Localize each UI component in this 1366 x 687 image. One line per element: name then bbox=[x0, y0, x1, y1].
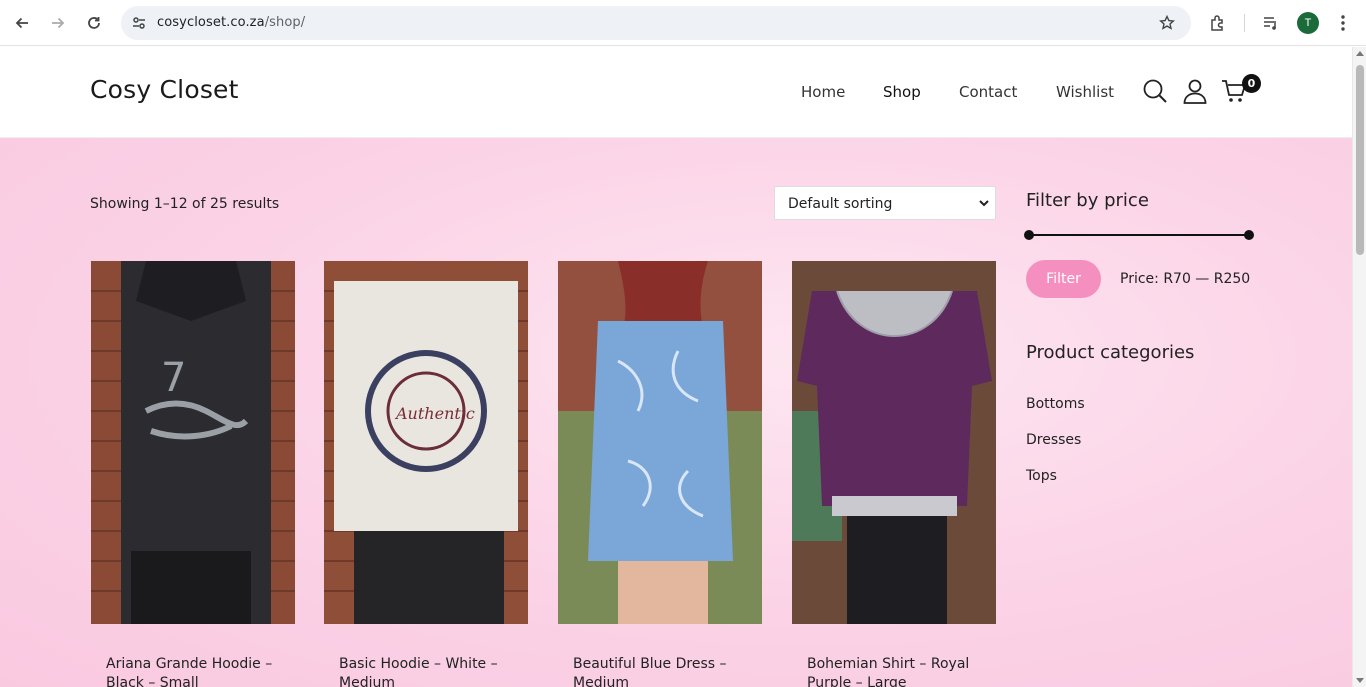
product-title[interactable]: Basic Hoodie – White – Medium bbox=[339, 655, 519, 687]
search-icon[interactable] bbox=[1141, 77, 1169, 105]
price-range-label: Price: R70 — R250 bbox=[1120, 271, 1251, 287]
svg-text:7: 7 bbox=[161, 355, 186, 401]
category-dresses[interactable]: Dresses bbox=[1026, 432, 1081, 448]
menu-item-wishlist[interactable]: Wishlist bbox=[1056, 83, 1114, 101]
product-title[interactable]: Ariana Grande Hoodie – Black – Small bbox=[106, 655, 286, 687]
sorting-select[interactable]: Default sorting bbox=[774, 186, 996, 220]
site-settings-icon[interactable] bbox=[129, 13, 149, 33]
price-slider-track[interactable] bbox=[1029, 234, 1249, 236]
results-count: Showing 1–12 of 25 results bbox=[90, 196, 280, 212]
product-categories-title: Product categories bbox=[1026, 342, 1195, 363]
site-logo[interactable]: Cosy Closet bbox=[90, 75, 239, 104]
product-title[interactable]: Beautiful Blue Dress – Medium bbox=[573, 655, 753, 687]
menu-item-contact[interactable]: Contact bbox=[959, 83, 1017, 101]
cart-count-badge: 0 bbox=[1242, 74, 1261, 93]
url-text[interactable]: cosycloset.co.za/shop/ bbox=[157, 15, 305, 30]
reload-icon[interactable] bbox=[80, 9, 108, 37]
bookmark-star-icon[interactable] bbox=[1157, 13, 1177, 33]
forward-icon[interactable] bbox=[44, 9, 72, 37]
site-header: Cosy Closet Home Shop Contact Wishlist 0 bbox=[0, 47, 1352, 138]
product-title[interactable]: Bohemian Shirt – Royal Purple – Large bbox=[807, 655, 987, 687]
filter-by-price-title: Filter by price bbox=[1026, 190, 1149, 211]
browser-menu-icon[interactable] bbox=[1329, 9, 1357, 37]
scrollbar-thumb[interactable] bbox=[1356, 65, 1364, 255]
scroll-down-arrow-icon[interactable] bbox=[1356, 678, 1364, 683]
product-image[interactable]: Authentic bbox=[324, 261, 528, 624]
shop-content: Showing 1–12 of 25 results Default sorti… bbox=[0, 138, 1352, 687]
product-card[interactable]: Authentic Basic Hoodie – White – Medium bbox=[324, 261, 528, 687]
chevron-down-icon bbox=[977, 196, 991, 210]
toolbar-separator bbox=[1244, 14, 1245, 32]
sorting-value: Default sorting bbox=[788, 196, 893, 212]
filter-button[interactable]: Filter bbox=[1026, 260, 1101, 298]
product-image[interactable] bbox=[792, 261, 996, 624]
url-path: /shop/ bbox=[264, 15, 306, 30]
scroll-up-arrow-icon[interactable] bbox=[1356, 51, 1364, 56]
category-bottoms[interactable]: Bottoms bbox=[1026, 396, 1085, 412]
media-control-icon[interactable] bbox=[1257, 9, 1285, 37]
profile-avatar[interactable]: T bbox=[1297, 12, 1319, 34]
back-icon[interactable] bbox=[8, 9, 36, 37]
url-host: cosycloset.co.za bbox=[157, 15, 265, 30]
page-scrollbar[interactable] bbox=[1352, 47, 1366, 687]
extensions-icon[interactable] bbox=[1204, 9, 1232, 37]
category-tops[interactable]: Tops bbox=[1026, 468, 1057, 484]
price-slider-max-handle[interactable] bbox=[1244, 230, 1254, 240]
product-card[interactable]: Beautiful Blue Dress – Medium bbox=[558, 261, 762, 687]
menu-item-shop[interactable]: Shop bbox=[883, 83, 921, 101]
product-image[interactable]: 7 bbox=[91, 261, 295, 624]
menu-item-home[interactable]: Home bbox=[801, 83, 845, 101]
svg-text:Authentic: Authentic bbox=[394, 404, 475, 423]
product-card[interactable]: 7 Ariana Grande Hoodie – Black – Small bbox=[91, 261, 295, 687]
account-icon[interactable] bbox=[1181, 77, 1209, 105]
product-image[interactable] bbox=[558, 261, 762, 624]
price-slider-min-handle[interactable] bbox=[1024, 230, 1034, 240]
product-card[interactable]: Bohemian Shirt – Royal Purple – Large bbox=[792, 261, 996, 687]
browser-toolbar: cosycloset.co.za/shop/ T bbox=[0, 0, 1366, 46]
address-bar[interactable]: cosycloset.co.za/shop/ bbox=[121, 6, 1191, 40]
